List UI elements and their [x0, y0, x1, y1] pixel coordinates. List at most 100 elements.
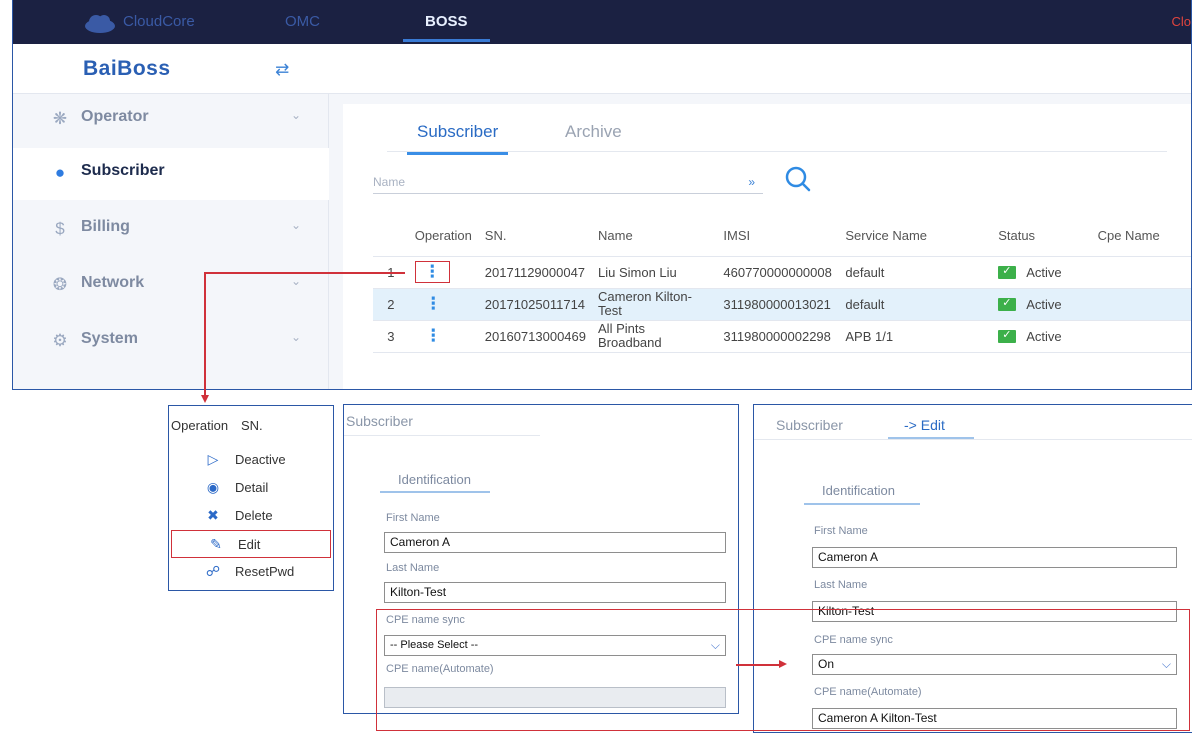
- tab-cloudcore[interactable]: CloudCore: [123, 13, 195, 30]
- app-window: CloudCore OMC BOSS Clo BaiBoss ⇄ ❋ Opera…: [12, 0, 1192, 390]
- title-divider: [754, 439, 1192, 440]
- sidebar-item-label: System: [81, 330, 138, 347]
- operation-menu: ▷ Deactive ◉ Detail ✖ Delete ✎ Edit ☍ Re…: [169, 446, 333, 586]
- column-header-service-name[interactable]: Service Name: [839, 216, 993, 257]
- menu-item-detail[interactable]: ◉ Detail: [169, 474, 333, 502]
- table-header-row: Operation SN. Name IMSI Service Name Sta…: [373, 216, 1191, 257]
- imsi-cell: 460770000000008: [717, 256, 840, 289]
- sn-cell: 20171025011714: [478, 288, 593, 321]
- gears-icon: ⚙: [52, 331, 68, 350]
- eye-icon: ◉: [206, 479, 220, 495]
- kebab-menu-icon[interactable]: ⋮: [415, 294, 442, 313]
- operation-cell: ⋮: [408, 288, 479, 321]
- status-cell: Active: [992, 256, 1092, 289]
- sidebar-item-label: Billing: [81, 218, 130, 235]
- tab-archive[interactable]: Archive: [565, 122, 622, 142]
- annotation-line: [204, 272, 206, 396]
- service-cell: default: [839, 288, 993, 321]
- subtab-underline: [380, 491, 490, 493]
- sidebar-item-operator[interactable]: ❋ Operator ⌄: [13, 94, 329, 146]
- brand-bar: BaiBoss ⇄: [13, 44, 1191, 94]
- topbar-right-text[interactable]: Clo: [1171, 14, 1191, 29]
- menu-item-label: Delete: [235, 508, 273, 523]
- main-content: Subscriber Archive Name » Operation SN. …: [329, 94, 1191, 389]
- service-cell: default: [839, 256, 993, 289]
- menu-item-label: ResetPwd: [235, 564, 295, 579]
- subtab-underline: [804, 503, 920, 505]
- name-cell: Cameron Kilton-Test: [592, 288, 718, 321]
- chevron-down-icon: ⌄: [291, 108, 302, 122]
- cpe-cell: [1091, 256, 1191, 289]
- brand-logo: BaiBoss: [83, 57, 171, 80]
- column-header-sn: SN.: [478, 216, 593, 257]
- menu-item-label: Deactive: [235, 452, 286, 467]
- annotation-line: [205, 272, 405, 274]
- menu-item-edit[interactable]: ✎ Edit: [171, 530, 331, 558]
- menu-item-resetpwd[interactable]: ☍ ResetPwd: [169, 558, 333, 586]
- last-name-field[interactable]: Kilton-Test: [384, 582, 726, 603]
- tab-subscriber[interactable]: Subscriber: [406, 122, 509, 155]
- status-text: Active: [1026, 264, 1062, 280]
- status-cell: Active: [992, 288, 1092, 321]
- cpe-cell: [1091, 288, 1191, 321]
- table-row[interactable]: 2 ⋮ 20171025011714 Cameron Kilton-Test 3…: [373, 288, 1191, 321]
- column-header-name[interactable]: Name: [592, 216, 718, 257]
- column-header-status[interactable]: Status: [992, 216, 1092, 257]
- table-row[interactable]: 3 ⋮ 20160713000469 All Pints Broadband 3…: [373, 320, 1191, 353]
- sidebar-item-subscriber[interactable]: ● Subscriber: [13, 148, 329, 200]
- sidebar: ❋ Operator ⌄ ● Subscriber $ Billing ⌄ ❂ …: [13, 94, 329, 389]
- sidebar-item-system[interactable]: ⚙ System ⌄: [13, 316, 329, 368]
- first-name-field[interactable]: Cameron A: [384, 532, 726, 553]
- annotation-arrowhead: [201, 395, 209, 403]
- column-header-cpe-name[interactable]: Cpe Name: [1091, 216, 1191, 257]
- top-navigation-bar: CloudCore OMC BOSS Clo: [13, 0, 1191, 44]
- column-header-index: [373, 216, 409, 257]
- annotation-highlight-box: [376, 609, 1190, 731]
- first-name-field[interactable]: Cameron A: [812, 547, 1177, 568]
- form-title-edit[interactable]: -> Edit: [904, 417, 945, 433]
- sn-cell: 20160713000469: [478, 320, 593, 353]
- sidebar-item-billing[interactable]: $ Billing ⌄: [13, 204, 329, 256]
- tab-bar: Subscriber Archive: [387, 118, 1167, 155]
- menu-item-label: Edit: [238, 537, 261, 552]
- status-cell: Active: [992, 320, 1092, 353]
- last-name-label: Last Name: [386, 562, 440, 574]
- lock-reset-icon: ☍: [205, 563, 221, 579]
- kebab-menu-icon[interactable]: ⋮: [414, 261, 450, 283]
- name-filter-placeholder: Name: [373, 175, 406, 189]
- subscriber-table: Operation SN. Name IMSI Service Name Sta…: [373, 216, 1191, 353]
- operation-cell: ⋮: [408, 320, 479, 353]
- cpe-cell: [1091, 320, 1191, 353]
- active-status-icon: [998, 328, 1017, 343]
- collapse-icon[interactable]: ⇄: [275, 60, 289, 80]
- form-title: Subscriber: [346, 413, 413, 429]
- dollar-icon: $: [55, 219, 65, 238]
- double-chevron-down-icon[interactable]: »: [748, 170, 755, 194]
- table-row[interactable]: 1 ⋮ 20171129000047 Liu Simon Liu 4607700…: [373, 256, 1191, 289]
- tab-omc[interactable]: OMC: [285, 13, 320, 30]
- search-icon[interactable]: [783, 164, 813, 194]
- menu-item-delete[interactable]: ✖ Delete: [169, 502, 333, 530]
- form-title[interactable]: Subscriber: [776, 417, 843, 433]
- first-name-label: First Name: [386, 512, 440, 524]
- tab-identification[interactable]: Identification: [398, 472, 471, 487]
- tab-identification[interactable]: Identification: [822, 483, 895, 498]
- kebab-menu-icon[interactable]: ⋮: [415, 326, 442, 345]
- chevron-down-icon: ⌄: [291, 218, 302, 232]
- operation-cell: ⋮: [408, 256, 479, 289]
- sidebar-item-label: Network: [81, 274, 145, 291]
- chevron-down-icon: ⌄: [291, 330, 302, 344]
- sidebar-item-label: Operator: [81, 108, 149, 125]
- sn-header-label: SN.: [241, 418, 263, 433]
- column-header-imsi[interactable]: IMSI: [717, 216, 840, 257]
- operator-icon: ❋: [52, 109, 68, 128]
- tab-boss[interactable]: BOSS: [403, 13, 489, 42]
- sidebar-item-network[interactable]: ❂ Network ⌄: [13, 260, 329, 312]
- row-index: 3: [373, 320, 409, 353]
- name-filter-input[interactable]: Name »: [373, 170, 763, 194]
- imsi-cell: 311980000013021: [717, 288, 840, 321]
- row-index: 2: [373, 288, 409, 321]
- delete-icon: ✖: [207, 507, 219, 523]
- dropdown-header: Operation SN.: [169, 406, 333, 444]
- menu-item-deactive[interactable]: ▷ Deactive: [169, 446, 333, 474]
